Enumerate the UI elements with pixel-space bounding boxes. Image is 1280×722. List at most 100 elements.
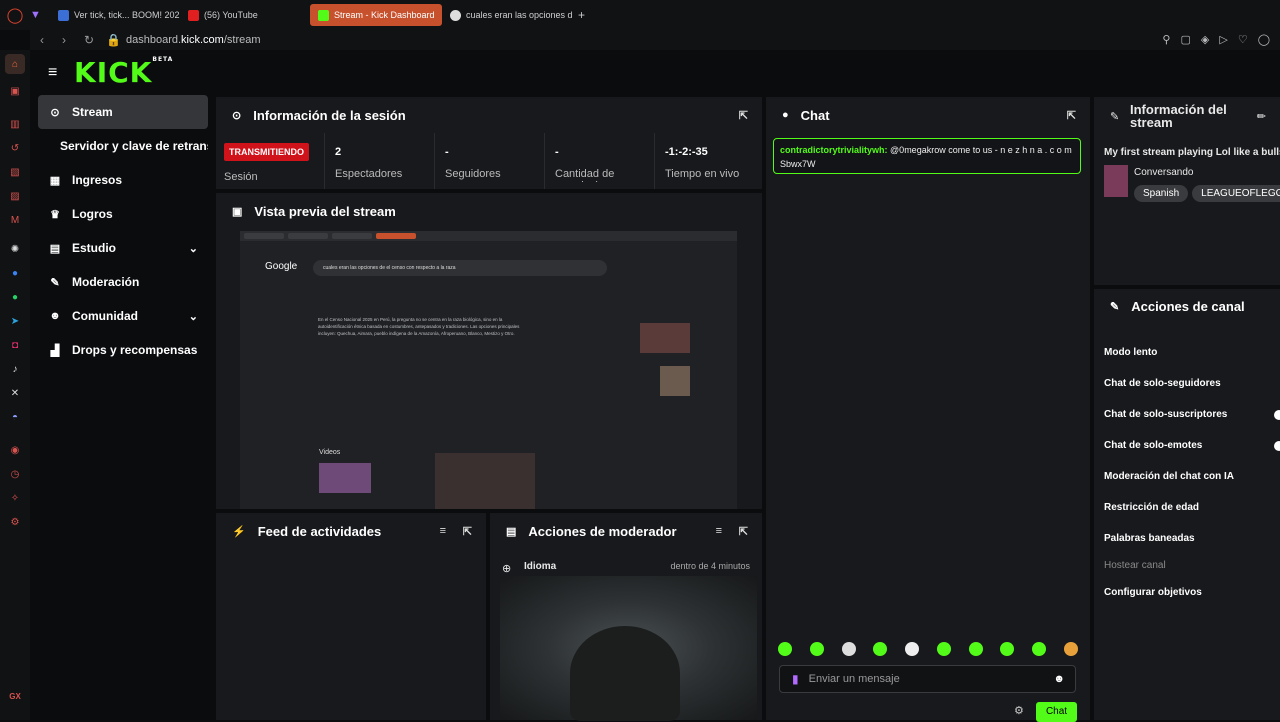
filter-icon[interactable]: ≡	[440, 525, 446, 537]
player-icon[interactable]: ◉	[8, 443, 22, 457]
dashboard-sidebar: ⊙ Stream Servidor y clave de retransm ▦ …	[30, 95, 214, 720]
emote-icon[interactable]	[1063, 642, 1078, 656]
nav-item-moderation[interactable]: ✎ Moderación	[38, 265, 208, 299]
preview-search-box: cuales eran las opciones de el censo con…	[313, 260, 607, 276]
tag-chip[interactable]: LEAGUEOFLEGGEND	[1192, 185, 1280, 202]
opera-sidebar: ⌂ ▣ ▥ ↺ ▧ ▨ M ✺ ● ● ➤ ◘ ♪ ✕ ◓ ◉ ◷ ✧ ⚙ GX	[0, 50, 30, 720]
x-icon[interactable]: ✕	[8, 386, 22, 400]
action-followers-only[interactable]: Chat de solo-seguidores	[1104, 378, 1221, 389]
tab-label: Ver tick, tick... BOOM! 202	[74, 10, 180, 20]
emote-icon[interactable]	[873, 642, 888, 656]
tab-kick-dashboard[interactable]: Stream - Kick Dashboard	[310, 4, 442, 26]
discord-gx-icon[interactable]: ▧	[8, 165, 22, 179]
emote-icon[interactable]	[968, 642, 983, 656]
discord-icon[interactable]: ◓	[8, 410, 22, 424]
stat-value: -	[555, 146, 559, 158]
chat-settings-icon[interactable]: ⚙	[1014, 704, 1024, 717]
gx-icon[interactable]: GX	[8, 689, 22, 703]
back-icon[interactable]: ‹	[40, 33, 52, 47]
shield-icon[interactable]: ◈	[1201, 33, 1209, 46]
instagram-icon[interactable]: ◘	[8, 338, 22, 352]
popout-icon[interactable]: ⇱	[463, 525, 472, 538]
chatgpt-icon[interactable]: ✺	[8, 242, 22, 256]
snapshot-icon[interactable]: ▢	[1180, 33, 1190, 46]
stream-preview-video[interactable]: Google cuales eran las opciones de el ce…	[240, 231, 737, 509]
url-field[interactable]: dashboard.kick.com/stream	[126, 34, 261, 46]
nav-item-revenue[interactable]: ▦ Ingresos	[38, 163, 208, 197]
action-subscribers-only[interactable]: Chat de solo-suscriptores	[1104, 409, 1227, 420]
forward-icon[interactable]: ›	[62, 33, 74, 47]
pinned-tab-icon[interactable]: ▼	[30, 9, 50, 21]
history-icon[interactable]: ◷	[8, 467, 22, 481]
popout-icon[interactable]: ⇱	[739, 109, 748, 122]
popout-icon[interactable]: ⇱	[739, 525, 748, 538]
reload-icon[interactable]: ↻	[84, 33, 96, 47]
tab-google-search[interactable]: cuales eran las opciones d	[442, 4, 574, 26]
emote-icon[interactable]	[809, 642, 824, 656]
opera-logo-icon[interactable]: ◯	[0, 6, 30, 24]
gaming-icon[interactable]: ▣	[8, 84, 22, 98]
emote-icon[interactable]	[1000, 642, 1015, 656]
nav-item-achievements[interactable]: ♛ Logros	[38, 197, 208, 231]
live-badge: TRANSMITIENDO	[224, 143, 309, 161]
chat-input[interactable]: ▮ Enviar un mensaje ☻	[779, 665, 1076, 693]
emote-icon[interactable]	[936, 642, 951, 656]
webcam-overlay	[500, 576, 757, 721]
preview-browser-tabs	[240, 231, 737, 241]
nav-item-drops[interactable]: ▟ Drops y recompensas	[38, 333, 208, 367]
action-slow-mode[interactable]: Modo lento	[1104, 347, 1157, 358]
nav-item-stream[interactable]: ⊙ Stream	[38, 95, 208, 129]
music-icon[interactable]: M	[8, 213, 22, 227]
news-icon[interactable]: ▨	[8, 189, 22, 203]
refresh-icon[interactable]: ↺	[8, 141, 22, 155]
kick-logo[interactable]: KICKBETA	[74, 56, 173, 89]
settings-icon[interactable]: ⚙	[8, 515, 22, 529]
extensions-icon[interactable]: ✧	[8, 491, 22, 505]
action-banned-words[interactable]: Palabras baneadas	[1104, 533, 1195, 544]
emote-icon[interactable]	[1032, 642, 1047, 656]
account-icon[interactable]: ◯	[1258, 33, 1270, 46]
play-icon[interactable]: ▷	[1219, 33, 1227, 46]
tab-youtube[interactable]: (56) YouTube	[180, 4, 310, 26]
tab-ver-tick[interactable]: Ver tick, tick... BOOM! 202	[50, 4, 180, 26]
stat-uptime: -1:-2:-35 Tiempo en vivo	[654, 133, 762, 189]
popout-icon[interactable]: ⇱	[1067, 109, 1076, 122]
action-emotes-only[interactable]: Chat de solo-emotes	[1104, 440, 1202, 451]
panel-title: Feed de actividades	[257, 523, 382, 539]
emotes-only-toggle[interactable]	[1274, 441, 1280, 451]
session-panel: ⊙ Información de la sesión ⇱ TRANSMITIEN…	[216, 97, 762, 189]
action-age-restriction[interactable]: Restricción de edad	[1104, 502, 1199, 513]
tag-chip[interactable]: Spanish	[1134, 185, 1189, 202]
chat-send-button[interactable]: Chat	[1036, 702, 1077, 722]
emoji-icon[interactable]: ☻	[1053, 673, 1065, 685]
action-configure-goals[interactable]: Configurar objetivos	[1104, 587, 1202, 598]
chat-username[interactable]: contradictorytrivialitywh:	[780, 145, 888, 155]
nav-item-community[interactable]: ☻ Comunidad ⌄	[38, 299, 208, 333]
chat-message[interactable]: contradictorytrivialitywh: @0megakrow co…	[773, 138, 1081, 174]
pin-icon[interactable]: ⚲	[1162, 33, 1170, 46]
home-icon[interactable]: ⌂	[5, 54, 25, 74]
menu-icon[interactable]: ≡	[48, 64, 60, 82]
emote-icon[interactable]	[841, 642, 856, 656]
edit-icon[interactable]: ✏	[1257, 110, 1266, 123]
action-ai-moderation[interactable]: Moderación del chat con IA	[1104, 471, 1234, 482]
whatsapp-icon[interactable]: ●	[8, 290, 22, 304]
nav-item-server-key[interactable]: Servidor y clave de retransm	[38, 129, 208, 163]
new-tab-button[interactable]: +	[578, 8, 585, 22]
twitch-icon[interactable]: ▥	[8, 117, 22, 131]
address-bar: ‹ › ↻ 🔒 dashboard.kick.com/stream ⚲ ▢ ◈ …	[30, 30, 1280, 50]
messenger-icon[interactable]: ●	[8, 266, 22, 280]
telegram-icon[interactable]: ➤	[8, 314, 22, 328]
community-icon: ☻	[49, 310, 61, 322]
microphone-icon[interactable]: ▮	[792, 672, 799, 686]
subscribers-only-toggle[interactable]	[1274, 410, 1280, 420]
emote-icon[interactable]	[905, 642, 920, 656]
nav-label: Estudio	[72, 241, 116, 255]
stat-label: Sesión	[224, 171, 258, 183]
nav-item-studio[interactable]: ▤ Estudio ⌄	[38, 231, 208, 265]
wrench-icon: ✎	[1110, 300, 1120, 313]
emote-icon[interactable]	[778, 642, 792, 656]
filter-icon[interactable]: ≡	[716, 525, 722, 537]
tiktok-icon[interactable]: ♪	[8, 362, 22, 376]
heart-icon[interactable]: ♡	[1238, 33, 1248, 46]
